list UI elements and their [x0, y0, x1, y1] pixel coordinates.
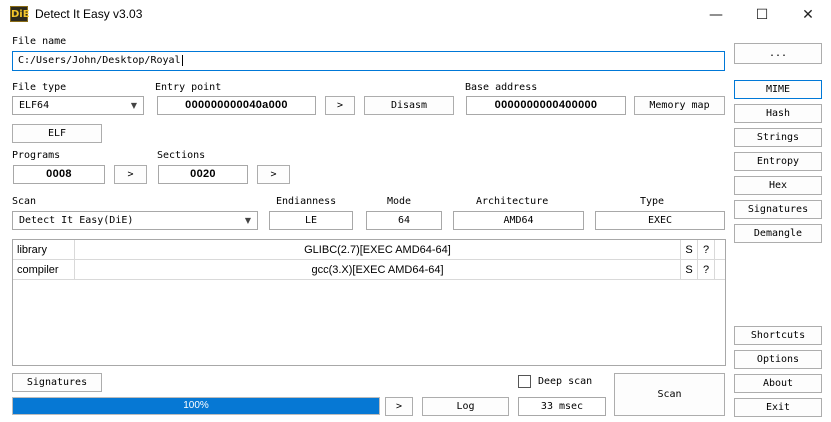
file-name-label: File name	[12, 36, 67, 47]
scan-label: Scan	[12, 196, 37, 207]
table-row[interactable]: compiler gcc(3.X)[EXEC AMD64-64] S ?	[13, 260, 725, 280]
programs-field[interactable]: 0008	[13, 165, 105, 184]
about-button[interactable]: About	[734, 374, 822, 393]
hex-button[interactable]: Hex	[734, 176, 822, 195]
scan-engine-value: Detect It Easy(DiE)	[19, 215, 134, 226]
file-type-label: File type	[12, 82, 67, 93]
type-label: Type	[640, 196, 665, 207]
deep-scan-label: Deep scan	[538, 376, 593, 387]
sections-label: Sections	[157, 150, 206, 161]
signatures-button[interactable]: Signatures	[12, 373, 102, 392]
disasm-button[interactable]: Disasm	[364, 96, 454, 115]
base-address-field[interactable]: 0000000000400000	[466, 96, 626, 115]
endianness-field[interactable]: LE	[269, 211, 353, 230]
mime-button[interactable]: MIME	[734, 80, 822, 99]
options-button[interactable]: Options	[734, 350, 822, 369]
entry-point-field[interactable]: 000000000040a000	[157, 96, 316, 115]
close-button[interactable]: ✕	[785, 0, 831, 30]
log-go-button[interactable]: >	[385, 397, 413, 416]
scan-progress-bar: 100%	[12, 397, 380, 415]
programs-go-button[interactable]: >	[114, 165, 147, 184]
architecture-label: Architecture	[476, 196, 549, 207]
file-path-text: C:/Users/John/Desktop/Royal	[18, 55, 181, 66]
result-kind: library	[13, 240, 75, 260]
base-address-label: Base address	[465, 82, 538, 93]
memory-map-button[interactable]: Memory map	[634, 96, 725, 115]
type-field[interactable]: EXEC	[595, 211, 725, 230]
file-type-value: ELF64	[19, 100, 50, 111]
result-info-button[interactable]: ?	[698, 240, 715, 260]
results-table: library GLIBC(2.7)[EXEC AMD64-64] S ? co…	[12, 239, 726, 366]
endianness-label: Endianness	[276, 196, 337, 207]
result-signature-button[interactable]: S	[681, 260, 698, 280]
exit-button[interactable]: Exit	[734, 398, 822, 417]
minimize-button[interactable]: —	[693, 0, 739, 30]
scan-button[interactable]: Scan	[614, 373, 725, 416]
elf-type-button[interactable]: ELF	[12, 124, 102, 143]
programs-label: Programs	[12, 150, 61, 161]
entropy-button[interactable]: Entropy	[734, 152, 822, 171]
result-kind: compiler	[13, 260, 75, 280]
progress-text: 100%	[183, 400, 209, 411]
scan-engine-select[interactable]: Detect It Easy(DiE) ▼	[12, 211, 258, 230]
mode-field[interactable]: 64	[366, 211, 442, 230]
entry-point-go-button[interactable]: >	[325, 96, 355, 115]
sections-field[interactable]: 0020	[158, 165, 248, 184]
shortcuts-button[interactable]: Shortcuts	[734, 326, 822, 345]
log-button[interactable]: Log	[422, 397, 509, 416]
strings-button[interactable]: Strings	[734, 128, 822, 147]
file-name-input[interactable]: C:/Users/John/Desktop/Royal	[12, 51, 725, 71]
window-title: Detect It Easy v3.03	[35, 7, 143, 21]
maximize-button[interactable]: ☐	[739, 0, 785, 30]
result-signature-button[interactable]: S	[681, 240, 698, 260]
demangle-button[interactable]: Demangle	[734, 224, 822, 243]
browse-button[interactable]: ...	[734, 43, 822, 64]
sections-go-button[interactable]: >	[257, 165, 290, 184]
deep-scan-checkbox[interactable]	[518, 375, 531, 388]
result-info-button[interactable]: ?	[698, 260, 715, 280]
title-bar: DiE Detect It Easy v3.03 — ☐ ✕	[0, 0, 831, 30]
chevron-down-icon: ▼	[244, 216, 251, 225]
entry-point-label: Entry point	[155, 82, 222, 93]
app-logo-icon: DiE	[10, 6, 30, 22]
table-row[interactable]: library GLIBC(2.7)[EXEC AMD64-64] S ?	[13, 240, 725, 260]
side-signatures-button[interactable]: Signatures	[734, 200, 822, 219]
elapsed-time-field: 33 msec	[518, 397, 606, 416]
mode-label: Mode	[387, 196, 412, 207]
result-value: GLIBC(2.7)[EXEC AMD64-64]	[75, 240, 681, 260]
result-value: gcc(3.X)[EXEC AMD64-64]	[75, 260, 681, 280]
hash-button[interactable]: Hash	[734, 104, 822, 123]
chevron-down-icon: ▼	[130, 101, 137, 110]
architecture-field[interactable]: AMD64	[453, 211, 584, 230]
file-type-select[interactable]: ELF64 ▼	[12, 96, 144, 115]
text-caret	[181, 54, 183, 66]
